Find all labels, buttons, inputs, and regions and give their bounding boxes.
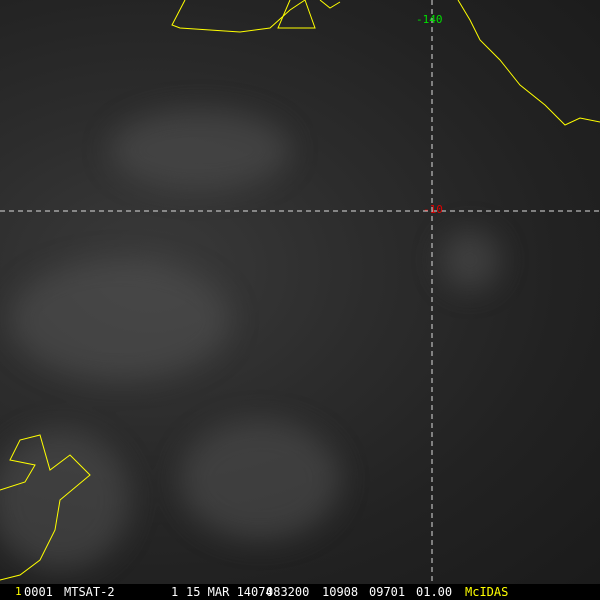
info-bar: 1 0001 MTSAT-2 1 15 MAR 14074 083200 109…: [0, 584, 600, 600]
latitude-label: -10: [423, 203, 443, 216]
line: 10908: [322, 585, 359, 599]
satellite-name: MTSAT-2: [64, 585, 115, 599]
satellite-image: -140 -10 1 0001 MTSAT-2 1 15 MAR 14074 0…: [0, 0, 600, 600]
frame-number: 0001: [24, 585, 53, 599]
software-label: McIDAS: [465, 585, 509, 599]
time: 083200: [266, 585, 310, 599]
frame-marker: 1: [15, 585, 22, 598]
band: 1: [171, 585, 179, 599]
date: 15 MAR 14074: [186, 585, 273, 599]
map-overlay: [0, 0, 600, 584]
longitude-label: -140: [416, 13, 443, 26]
element: 09701: [369, 585, 406, 599]
resolution: 01.00: [416, 585, 453, 599]
coastlines: [0, 0, 600, 581]
